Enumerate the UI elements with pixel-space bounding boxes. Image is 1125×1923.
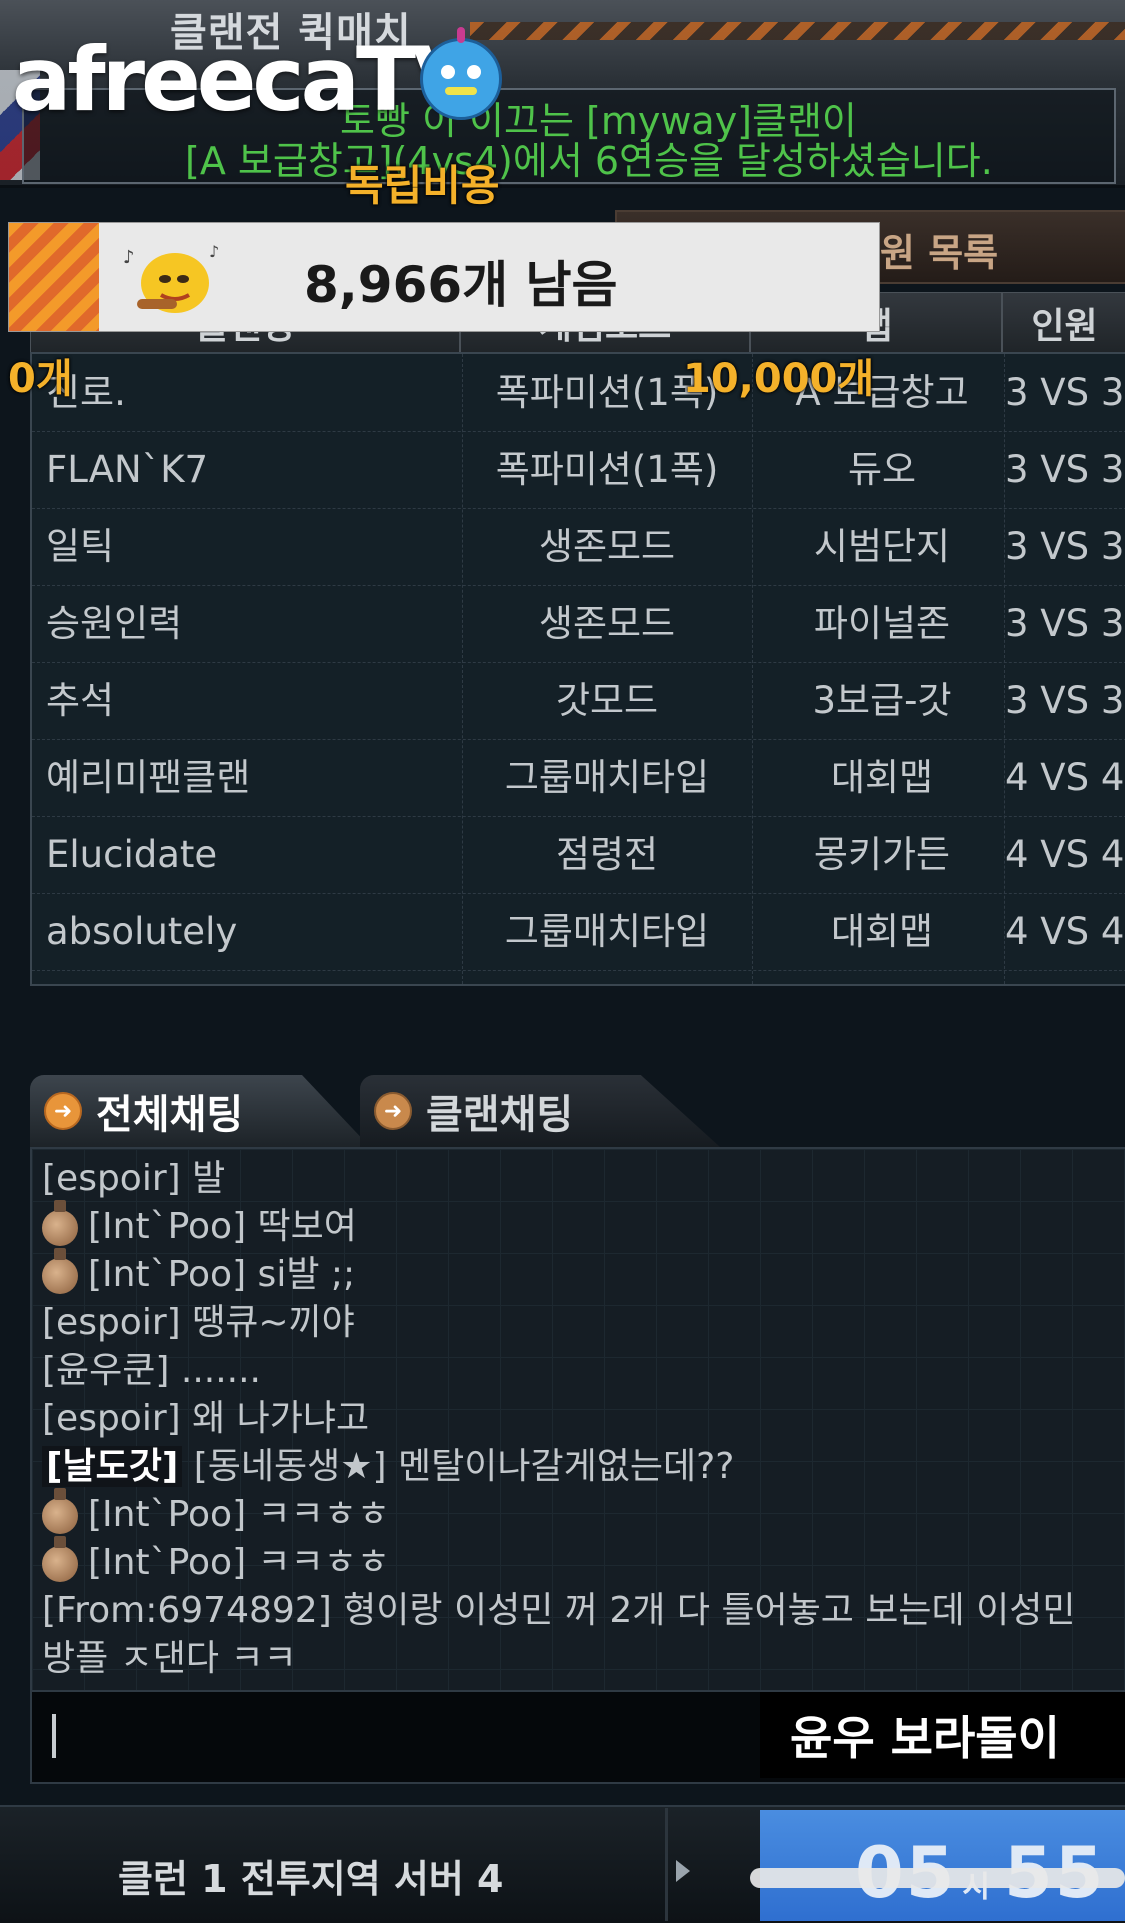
row-mode: 생존모드 (538, 525, 676, 568)
row-people: 3 VS 3 (1005, 448, 1125, 491)
arrow-right-icon: ➜ (44, 1092, 82, 1130)
chat-message: [Int`Poo] 딱보여 (42, 1200, 357, 1251)
play-icon[interactable] (676, 1860, 690, 1882)
chat-message: [espoir] 왜 나가냐고 (42, 1398, 370, 1439)
chat-log[interactable]: [espoir] 발 [Int`Poo] 딱보여 [Int`Poo] si발 ;… (30, 1147, 1125, 1763)
row-mode: 폭파미션(1폭) (495, 448, 719, 491)
table-row[interactable]: 일틱 생존모드 시범단지 3 VS 3 (32, 508, 1125, 586)
row-clan: FLAN`K7 (46, 448, 209, 491)
room-list: 진로. 폭파미션(1폭) A 보급창고 3 VS 3 FLAN`K7 폭파미션(… (30, 352, 1125, 986)
svg-text:♪: ♪ (209, 242, 219, 261)
donation-progress-bar: ♪ ♪ 8,966개 남음 (8, 222, 880, 332)
row-clan: 일틱 (46, 525, 115, 568)
row-map: 3보급-갓 (812, 679, 952, 722)
row-mode: 그룹매치타입 (504, 910, 710, 953)
video-seek-bar[interactable] (750, 1868, 1125, 1888)
divider (665, 1808, 668, 1921)
streamer-name-overlay: 윤우 보라돌이 (760, 1692, 1125, 1778)
chat-message: [날도갓] [동네동생★] 멘탈이나갈게없는데?? (42, 1443, 734, 1491)
column-people[interactable]: 인원 (1002, 292, 1125, 354)
text-caret (52, 1714, 56, 1758)
medal-icon (42, 1488, 78, 1534)
table-row[interactable]: absolutely 그룹매치타입 대회맵 4 VS 4 (32, 893, 1125, 971)
row-clan: 진로. (46, 371, 126, 414)
row-people: 3 VS 3 (1005, 371, 1125, 414)
row-map: 파이널존 (813, 602, 951, 645)
chat-message: [Int`Poo] ㅋㅋㅎㅎ (42, 1488, 390, 1539)
chat-message: [Int`Poo] si발 ;; (42, 1248, 355, 1299)
row-map: 대회맵 (830, 910, 934, 953)
row-map: 대회맵 (830, 756, 934, 799)
tab-all-chat[interactable]: ➜ 전체채팅 (30, 1075, 370, 1147)
table-row[interactable]: 승원인력 생존모드 파이널존 3 VS 3 (32, 585, 1125, 663)
row-people: 3 VS 3 (1005, 525, 1125, 568)
table-row[interactable]: Elucidate 점령전 몽키가든 4 VS 4 (32, 816, 1125, 894)
row-mode: 그룹매치타입 (504, 756, 710, 799)
table-row[interactable]: 추석 갓모드 3보급-갓 3 VS 3 (32, 662, 1125, 740)
row-clan: 예리미팬클랜 (46, 756, 251, 799)
table-row[interactable]: FLAN`K7 폭파미션(1폭) 듀오 3 VS 3 (32, 431, 1125, 509)
row-mode: 점령전 (555, 833, 659, 876)
row-people: 4 VS 4 (1005, 910, 1125, 953)
chat-message: [윤우쿤] ....... (42, 1350, 261, 1391)
arrow-right-icon: ➜ (374, 1092, 412, 1130)
medal-icon (42, 1200, 78, 1246)
chat-message: [From:6974892] 형이랑 이성민 꺼 2개 다 틀어놓고 보는데 이… (42, 1590, 1076, 1679)
row-map: 시범단지 (813, 525, 951, 568)
chat-message: [espoir] 땡큐~끼야 (42, 1302, 355, 1343)
singing-character-icon: ♪ ♪ (123, 242, 219, 313)
row-map: 몽키가든 (813, 833, 951, 876)
medal-icon (42, 1536, 78, 1582)
donation-goal-title: 독립비용 (345, 161, 500, 210)
tab-all-chat-label: 전체채팅 (96, 1092, 244, 1138)
row-people: 3 VS 3 (1005, 602, 1125, 645)
row-map: 듀오 (847, 448, 917, 491)
medal-icon (42, 1248, 78, 1294)
row-mode: 생존모드 (538, 602, 676, 645)
room-list-title: 원 목록 (880, 231, 999, 275)
row-clan: 승원인력 (46, 602, 183, 645)
tab-clan-chat-label: 클랜채팅 (426, 1092, 574, 1138)
row-people: 4 VS 4 (1005, 756, 1125, 799)
row-people: 3 VS 3 (1005, 679, 1125, 722)
chat-panel: ➜ 전체채팅 ➜ 클랜채팅 [espoir] 발 [Int`Poo] 딱보여 [… (30, 1075, 1125, 1763)
table-row[interactable]: 진로. 폭파미션(1폭) A 보급창고 3 VS 3 (32, 354, 1125, 432)
donation-min-label: 0개 (8, 356, 73, 402)
donation-progress-fill (9, 223, 99, 331)
chat-message: [Int`Poo] ㅋㅋㅎㅎ (42, 1536, 390, 1587)
svg-text:♪: ♪ (123, 247, 135, 268)
row-clan: 추석 (46, 679, 115, 722)
row-clan: absolutely (46, 910, 238, 953)
chat-message: [espoir] 발 (42, 1158, 226, 1199)
donation-remaining: 8,966개 남음 (304, 256, 618, 314)
notice-line-2: [A 보급창고](4vs4)에서 6연승을 달성하셨습니다. (185, 139, 993, 183)
table-row[interactable]: 예리미팬클랜 그룹매치타입 대회맵 4 VS 4 (32, 739, 1125, 817)
hazard-strip (470, 22, 1125, 40)
row-clan: Elucidate (46, 833, 218, 876)
clan-tag: [날도갓] (42, 1446, 183, 1487)
tab-clan-chat[interactable]: ➜ 클랜채팅 (360, 1075, 720, 1147)
tv-mascot-icon (420, 27, 502, 120)
row-people: 4 VS 4 (1005, 833, 1125, 876)
server-location: 클런 1 전투지역 서버 4 (118, 1857, 504, 1901)
row-mode: 갓모드 (555, 679, 659, 722)
afreecatv-logo: afreecaTV (12, 28, 480, 131)
donation-max-label: 10,000개 (683, 356, 875, 402)
